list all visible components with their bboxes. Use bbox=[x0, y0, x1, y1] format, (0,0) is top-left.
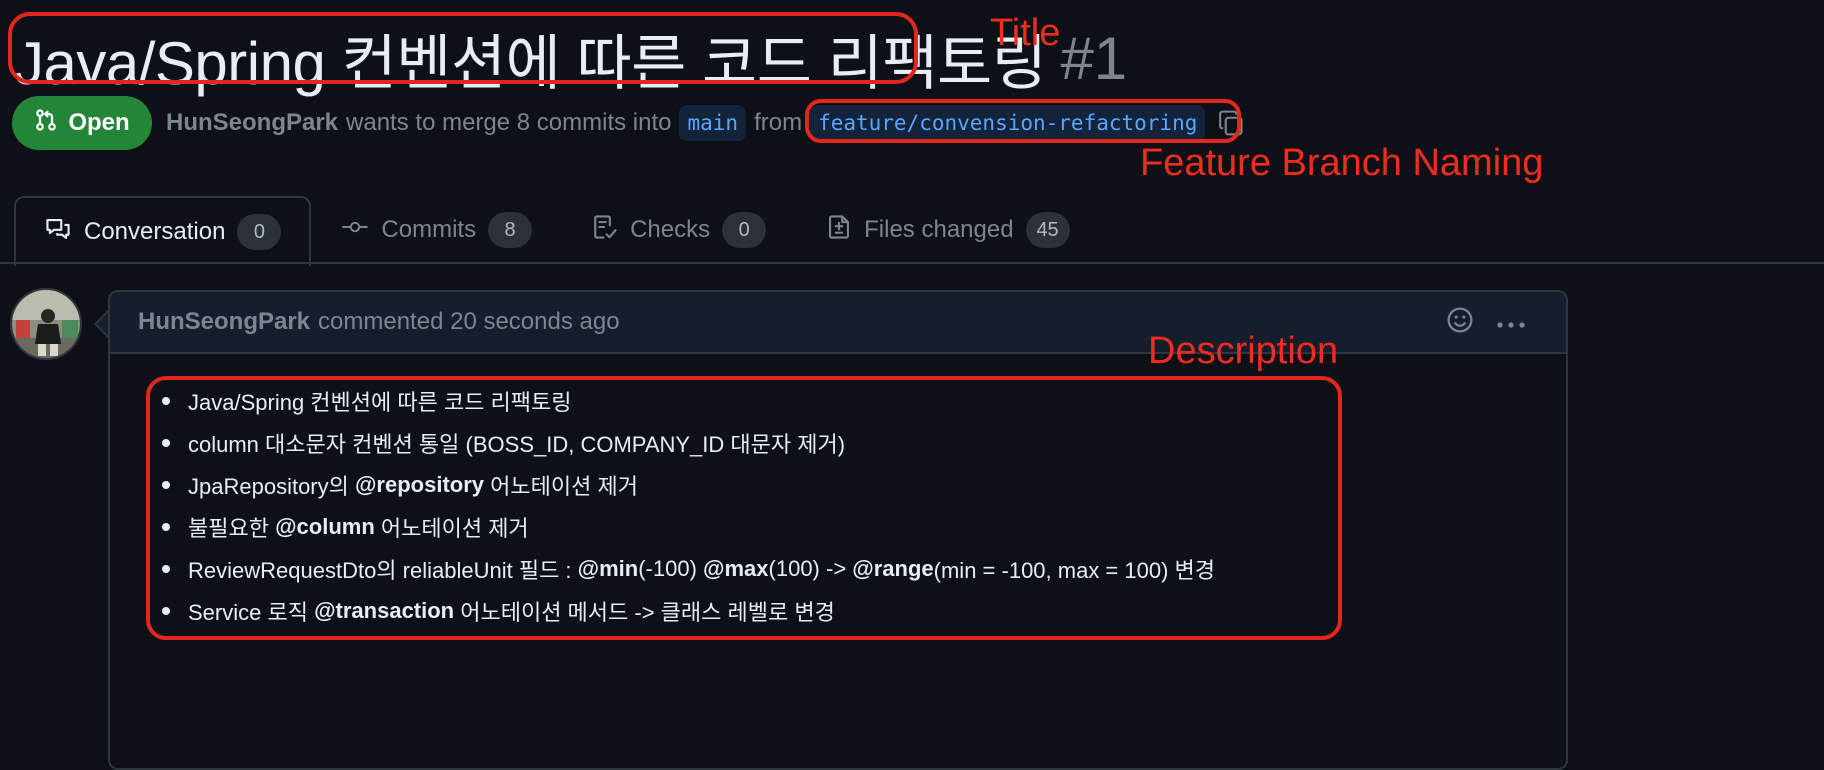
pr-tabs: Conversation 0 Commits 8 Checks 0 Files … bbox=[14, 196, 1100, 266]
tab-label: Checks bbox=[630, 216, 711, 243]
tab-files-changed[interactable]: Files changed 45 bbox=[796, 196, 1099, 264]
annotation-branch: Feature Branch Naming bbox=[1140, 142, 1544, 184]
description-highlight-box bbox=[146, 376, 1342, 640]
comment-actions bbox=[1446, 292, 1526, 354]
tab-label: Conversation bbox=[84, 218, 226, 245]
commit-icon bbox=[341, 216, 369, 244]
kebab-horizontal-icon[interactable] bbox=[1496, 309, 1526, 337]
from-text: from bbox=[754, 109, 803, 136]
pr-author-link[interactable]: HunSeongPark bbox=[166, 109, 338, 137]
file-diff-icon bbox=[826, 213, 852, 248]
pr-number: #1 bbox=[1060, 24, 1128, 92]
tab-checks[interactable]: Checks 0 bbox=[562, 196, 796, 264]
tab-commits[interactable]: Commits 8 bbox=[311, 196, 562, 264]
tab-counter: 8 bbox=[488, 212, 533, 248]
comment-author-link[interactable]: HunSeongPark bbox=[138, 308, 310, 336]
title-highlight-box bbox=[8, 12, 918, 84]
pull-request-icon bbox=[34, 108, 58, 139]
tab-label: Files changed bbox=[864, 216, 1014, 243]
pr-state-badge: Open bbox=[12, 96, 152, 150]
tab-conversation[interactable]: Conversation 0 bbox=[14, 196, 312, 266]
tab-counter: 0 bbox=[722, 212, 767, 248]
tab-label: Commits bbox=[381, 216, 477, 243]
smiley-icon[interactable] bbox=[1446, 306, 1474, 341]
merge-text: wants to merge 8 commits into bbox=[346, 109, 672, 136]
tab-counter: 0 bbox=[237, 214, 282, 250]
annotation-description: Description bbox=[1148, 330, 1339, 372]
pr-state-label: Open bbox=[68, 109, 130, 136]
avatar[interactable] bbox=[10, 288, 82, 360]
tab-counter: 45 bbox=[1025, 212, 1070, 248]
comment-discussion-icon bbox=[44, 216, 72, 249]
comment-meta: commented 20 seconds ago bbox=[318, 308, 620, 335]
comment-header: HunSeongPark commented 20 seconds ago bbox=[110, 292, 1566, 354]
tabs-divider bbox=[0, 262, 1824, 264]
base-branch[interactable]: main bbox=[679, 105, 747, 141]
annotation-title: Title bbox=[990, 12, 1061, 54]
branch-highlight-box bbox=[805, 99, 1241, 143]
checklist-icon bbox=[592, 213, 618, 248]
